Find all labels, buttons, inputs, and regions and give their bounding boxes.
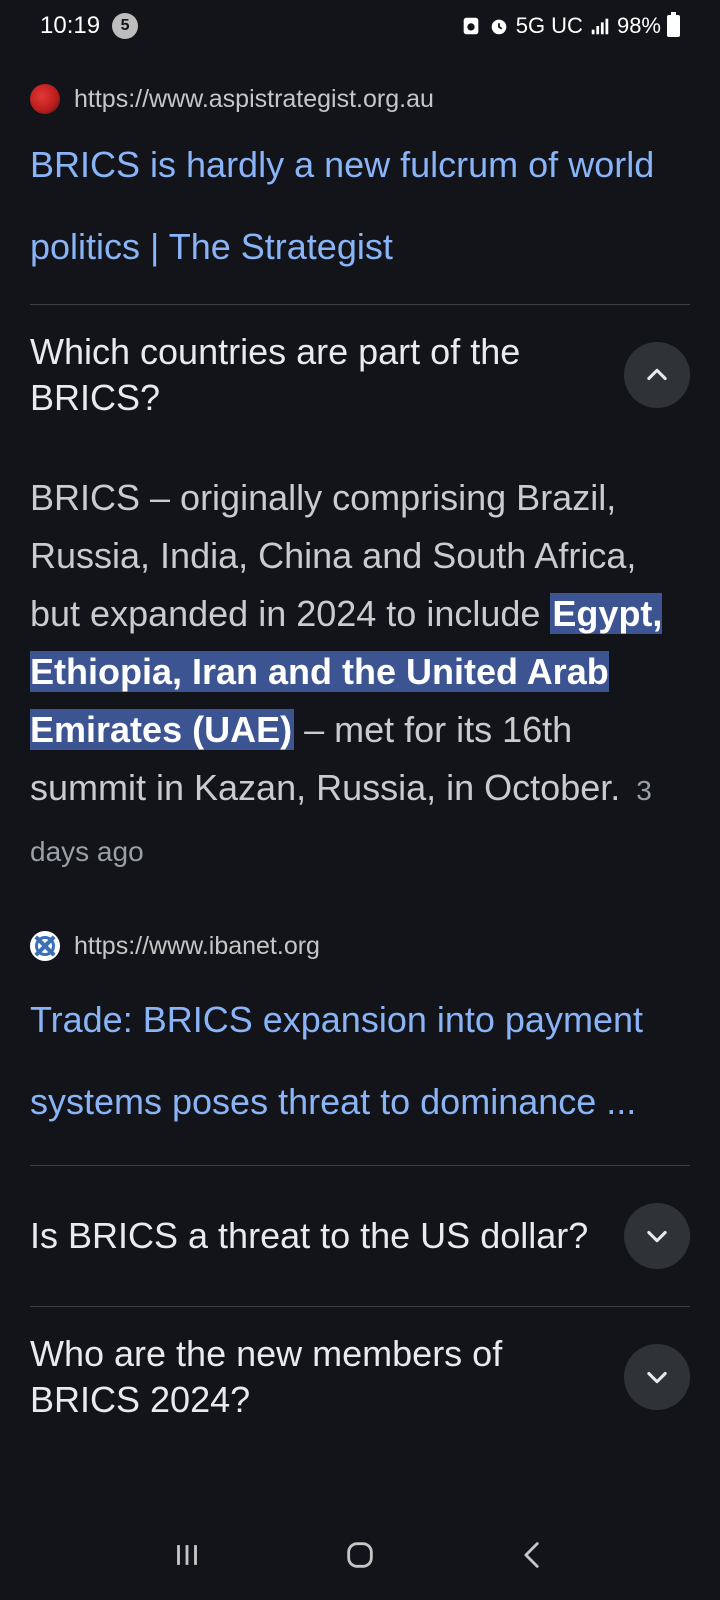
site-favicon-icon <box>30 84 60 114</box>
battery-icon <box>667 12 680 37</box>
search-results: https://www.aspistrategist.org.au BRICS … <box>30 52 690 1447</box>
system-navigation-bar <box>0 1510 720 1600</box>
notification-count-badge: 5 <box>112 13 139 39</box>
faq-question-text: Is BRICS a threat to the US dollar? <box>30 1215 589 1256</box>
faq-question-expanded[interactable]: Which countries are part of the BRICS? <box>30 305 690 445</box>
faq-question-collapsed[interactable]: Is BRICS a threat to the US dollar? <box>30 1166 690 1306</box>
signal-icon <box>591 18 609 35</box>
alarm-icon <box>491 19 507 35</box>
faq-question-collapsed[interactable]: Who are the new members of BRICS 2024? <box>30 1307 690 1447</box>
result-url: https://www.aspistrategist.org.au <box>74 84 434 113</box>
chevron-down-icon <box>647 1230 667 1243</box>
result-source[interactable]: https://www.aspistrategist.org.au <box>30 74 690 124</box>
recent-apps-icon[interactable] <box>170 1538 204 1572</box>
expand-button[interactable] <box>624 1203 690 1269</box>
faq-question-text: Which countries are part of the BRICS? <box>30 331 521 418</box>
chevron-down-icon <box>647 1371 667 1384</box>
expand-button[interactable] <box>624 1344 690 1410</box>
faq-question-text: Who are the new members of BRICS 2024? <box>30 1333 503 1420</box>
answer-source-url: https://www.ibanet.org <box>74 931 320 960</box>
back-icon[interactable] <box>516 1538 550 1572</box>
answer-text-before: BRICS – originally comprising Brazil, Ru… <box>30 477 637 634</box>
answer-source[interactable]: https://www.ibanet.org <box>30 921 690 971</box>
result-title-link[interactable]: BRICS is hardly a new fulcrum of world p… <box>30 124 690 288</box>
faq-answer: BRICS – originally comprising Brazil, Ru… <box>30 469 690 881</box>
collapse-button[interactable] <box>624 342 690 408</box>
network-label: 5G UC <box>515 13 583 38</box>
recycle-icon <box>463 17 479 35</box>
clock: 10:19 <box>40 12 101 39</box>
site-favicon-icon <box>30 931 60 961</box>
status-bar: 10:19 5 5G UC 98% <box>0 0 720 52</box>
home-icon[interactable] <box>343 1538 377 1572</box>
chevron-up-icon <box>647 368 667 381</box>
battery-percentage: 98% <box>616 13 661 38</box>
answer-source-title-link[interactable]: Trade: BRICS expansion into payment syst… <box>30 979 690 1143</box>
